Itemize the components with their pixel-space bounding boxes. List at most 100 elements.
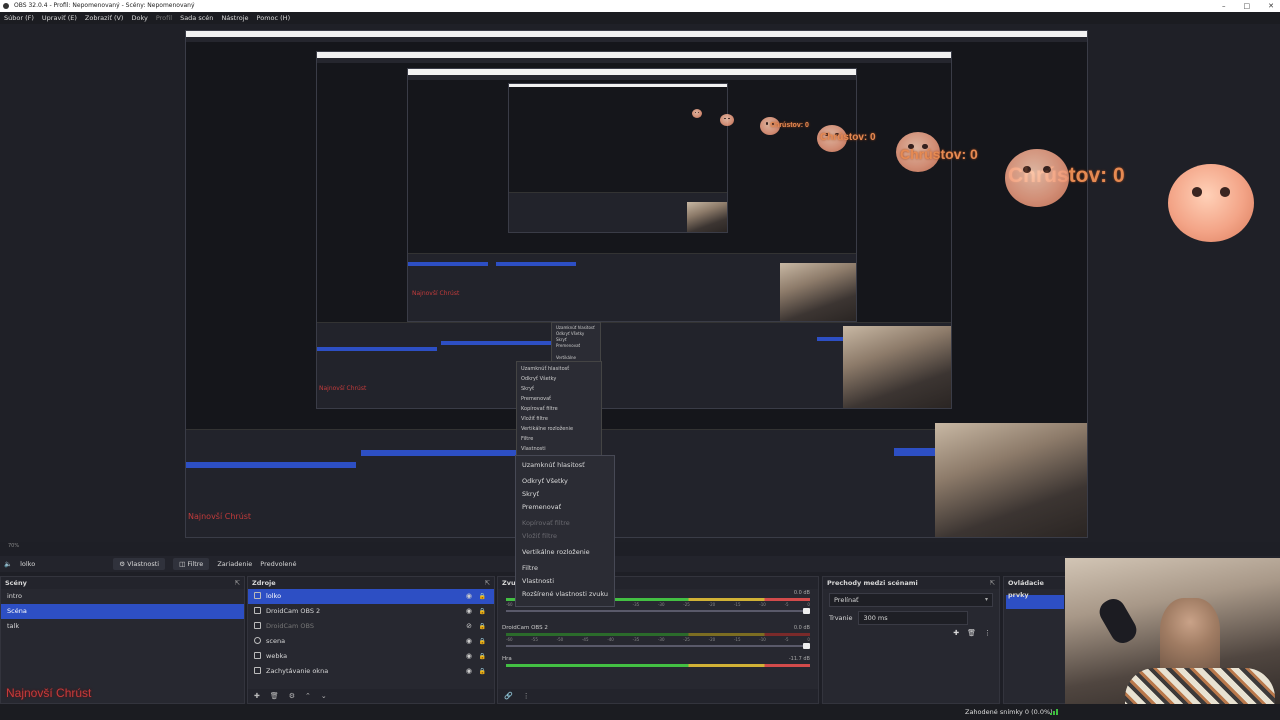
- eye-icon[interactable]: ◉: [466, 589, 472, 604]
- menu-scene-collection[interactable]: Sada scén: [180, 12, 213, 24]
- gear-icon[interactable]: ⚙: [289, 692, 295, 700]
- menu-item-advanced-audio[interactable]: Rozšírené vlastnosti zvuku: [516, 588, 614, 601]
- source-item-droidcam-2[interactable]: DroidCam OBS 2 ◉ 🔒: [248, 604, 494, 619]
- menu-edit[interactable]: Upraviť (E): [42, 12, 77, 24]
- lock-icon[interactable]: 🔒: [479, 634, 486, 649]
- counter-label-xsmall: Chrústov: 0: [770, 122, 809, 129]
- obs-logo-icon: [3, 3, 9, 9]
- eye-icon[interactable]: ◉: [466, 649, 472, 664]
- critter-icon: [692, 109, 702, 118]
- microphone-image: [1095, 594, 1141, 648]
- counter-label-small: Chrústov: 0: [820, 132, 876, 143]
- volume-meter: [506, 633, 810, 636]
- move-down-icon[interactable]: ⌄: [321, 692, 327, 700]
- close-icon[interactable]: ✕: [1268, 0, 1274, 12]
- signal-icon: [1050, 709, 1058, 715]
- menu-file[interactable]: Súbor (F): [4, 12, 34, 24]
- meter-scale: -60-55-50-45-40-35-30-25-20-15-10-50: [506, 637, 810, 642]
- move-up-icon[interactable]: ⌃: [305, 692, 311, 700]
- menu-view[interactable]: Zobraziť (V): [85, 12, 124, 24]
- nested-obs-window-4: [508, 83, 728, 233]
- transitions-dock: Prechody medzi scénami ⇱ Prelínať ▾ Trvani…: [822, 576, 1000, 704]
- context-menu: Uzamknúť hlasitosť Odkryť Všetky Skryť P…: [515, 455, 615, 607]
- scene-item-intro[interactable]: intro: [1, 589, 244, 604]
- lock-icon[interactable]: 🔒: [479, 604, 486, 619]
- transition-select[interactable]: Prelínať ▾: [829, 593, 993, 607]
- controls-dock: Ovládacie prvky: [1003, 576, 1067, 704]
- menu-help[interactable]: Pomoc (H): [257, 12, 291, 24]
- popout-icon[interactable]: ⇱: [990, 577, 995, 589]
- source-item-window-capture[interactable]: Zachytávanie okna ◉ 🔒: [248, 664, 494, 679]
- trash-icon[interactable]: 🗑: [270, 692, 279, 700]
- duration-label: Trvanie: [829, 614, 853, 622]
- menu-docks[interactable]: Doky: [131, 12, 147, 24]
- source-type-icon: [254, 622, 261, 629]
- current-source-name: lolko: [20, 560, 36, 568]
- mixer-channel: DroidCam OBS 2 0.0 dB: [502, 625, 810, 631]
- volume-slider[interactable]: [506, 643, 810, 649]
- more-icon[interactable]: ⋮: [523, 692, 530, 700]
- scene-item-scena[interactable]: Scéna: [1, 604, 244, 619]
- minimize-icon[interactable]: –: [1222, 0, 1226, 12]
- eye-icon[interactable]: ◉: [466, 664, 472, 679]
- scene-item-talk[interactable]: talk: [1, 619, 244, 634]
- menu-bar: Súbor (F) Upraviť (E) Zobraziť (V) Doky …: [0, 12, 1280, 24]
- source-type-icon: [254, 637, 261, 644]
- menu-profile[interactable]: Profil: [156, 12, 172, 24]
- lock-icon[interactable]: 🔒: [479, 649, 486, 664]
- properties-button[interactable]: ⚙ Vlastnosti: [113, 558, 166, 570]
- duration-input[interactable]: 300 ms: [858, 611, 969, 625]
- scenes-dock: Scény ⇱ intro Scéna talk: [0, 576, 245, 704]
- transitions-dock-header: Prechody medzi scénami ⇱: [823, 577, 999, 589]
- filters-button[interactable]: ◫ Filtre: [173, 558, 210, 570]
- window-icon: [254, 667, 261, 674]
- volume-slider[interactable]: [506, 608, 810, 614]
- source-item-droidcam[interactable]: DroidCam OBS ⊘ 🔒: [248, 619, 494, 634]
- camera-icon: [254, 652, 261, 659]
- maximize-icon[interactable]: □: [1244, 0, 1251, 12]
- zoom-level[interactable]: 70%: [8, 543, 19, 549]
- eye-icon[interactable]: ◉: [466, 604, 472, 619]
- menu-item-lock-volume[interactable]: Uzamknúť hlasitosť: [516, 459, 614, 472]
- critter-icon: [1168, 164, 1254, 242]
- popout-icon[interactable]: ⇱: [235, 577, 240, 589]
- menu-item-hide[interactable]: Skryť: [516, 488, 614, 501]
- eye-hidden-icon[interactable]: ⊘: [466, 619, 472, 634]
- critter-icon: [720, 114, 734, 126]
- menu-item-rename[interactable]: Premenovať: [516, 501, 614, 514]
- source-item-webka[interactable]: webka ◉ 🔒: [248, 649, 494, 664]
- source-item-scena[interactable]: scena ◉ 🔒: [248, 634, 494, 649]
- eye-icon[interactable]: ◉: [466, 634, 472, 649]
- controls-dock-header: Ovládacie prvky: [1004, 577, 1066, 599]
- preview-zoom-info: 70%: [8, 543, 19, 549]
- nested-obs-window-3: Najnovší Chrúst: [407, 68, 857, 322]
- latest-chrust-overlay: Najnovší Chrúst: [6, 686, 92, 700]
- nested-obs-window: Najnovší Chrúst Najnovší Chrúst Uzamknúť…: [185, 30, 1088, 538]
- lock-icon[interactable]: 🔒: [479, 589, 486, 604]
- nested-obs-window-2: Najnovší Chrúst Najnovší Chrúst Uzamknúť…: [316, 51, 952, 409]
- device-label: Zariadenie: [217, 560, 253, 568]
- trash-icon[interactable]: 🗑: [967, 629, 976, 637]
- sources-dock-header: Zdroje ⇱: [248, 577, 494, 589]
- menu-tools[interactable]: Nástroje: [221, 12, 248, 24]
- preview-canvas[interactable]: Najnovší Chrúst Najnovší Chrúst Uzamknúť…: [0, 24, 1280, 542]
- link-icon[interactable]: 🔗: [504, 692, 513, 700]
- menu-item-unhide-all[interactable]: Odkryť Všetky: [516, 475, 614, 488]
- volume-meter: [506, 664, 810, 667]
- lock-icon[interactable]: 🔒: [479, 664, 486, 679]
- more-icon[interactable]: ⋮: [984, 629, 991, 637]
- window-title: OBS 32.0.4 - Profil: Nepomenovaný - Scén…: [14, 2, 195, 9]
- person-image: [1160, 598, 1220, 678]
- lock-icon[interactable]: 🔒: [479, 619, 486, 634]
- add-icon[interactable]: ✚: [254, 692, 260, 700]
- status-bar: Zahodené snímky 0 (0.0%): [0, 704, 1280, 720]
- menu-item-properties[interactable]: Vlastnosti: [516, 575, 614, 588]
- menu-item-paste-filters: Vložiť filtre: [522, 532, 558, 540]
- title-bar: OBS 32.0.4 - Profil: Nepomenovaný - Scén…: [0, 0, 1280, 12]
- source-item-lolko[interactable]: lolko ◉ 🔒: [248, 589, 494, 604]
- popout-icon[interactable]: ⇱: [485, 577, 490, 589]
- menu-item-filters[interactable]: Filtre: [516, 562, 614, 575]
- menu-item-vertical-layout[interactable]: Vertikálne rozloženie: [516, 546, 614, 559]
- add-icon[interactable]: ✚: [953, 629, 959, 637]
- scenes-dock-header: Scény ⇱: [1, 577, 244, 589]
